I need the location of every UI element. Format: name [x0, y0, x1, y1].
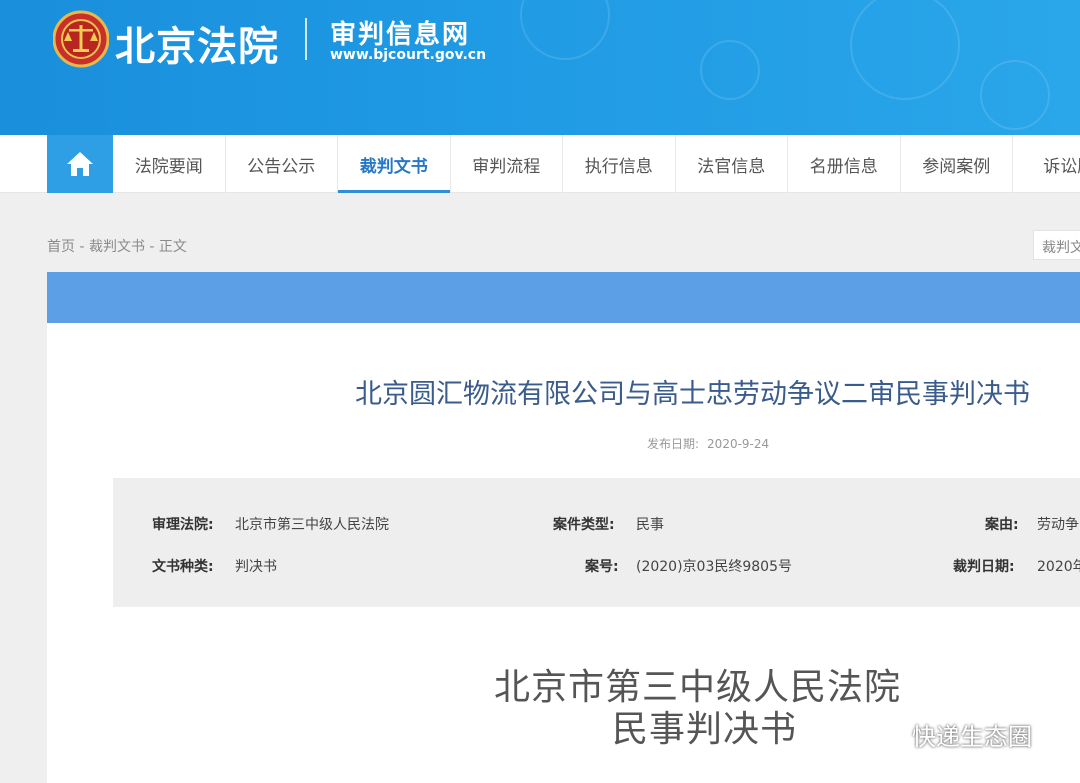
case-no-value: (2020)京03民终9805号 [636, 559, 792, 575]
nav-item-judgments[interactable]: 裁判文书 [338, 135, 451, 193]
document-kind: 民事判决书 [612, 709, 798, 750]
watermark: 快递生态圈 [862, 717, 1032, 752]
decor-circle [980, 60, 1050, 130]
publish-date-value: 2020-9-24 [707, 437, 770, 451]
info-row: 文书种类: 判决书 案号: (2020)京03民终9805号 裁判日期: 202… [113, 556, 1080, 576]
header-divider [305, 18, 307, 60]
nav-item-enforcement[interactable]: 执行信息 [563, 135, 676, 193]
decor-circle [520, 0, 610, 60]
info-row: 审理法院: 北京市第三中级人民法院 案件类型: 民事 案由: 劳动争 [113, 514, 1080, 534]
decor-circle [700, 40, 760, 100]
search-select[interactable]: 裁判文 [1033, 230, 1080, 260]
doc-type-value: 判决书 [235, 559, 277, 575]
case-info-box: 审理法院: 北京市第三中级人民法院 案件类型: 民事 案由: 劳动争 文书种类:… [113, 478, 1080, 607]
court-emblem-icon[interactable] [53, 10, 109, 68]
document-card: 北京圆汇物流有限公司与高士忠劳动争议二审民事判决书 发布日期: 2020-9-24… [47, 272, 1080, 783]
document-title: 北京圆汇物流有限公司与高士忠劳动争议二审民事判决书 [355, 379, 1030, 410]
nav-item-reference-cases[interactable]: 参阅案例 [901, 135, 1013, 193]
card-header-bar [47, 272, 1080, 323]
nav-item-litigation-service[interactable]: 诉讼服 [1013, 135, 1080, 193]
court-label: 审理法院: [152, 517, 214, 533]
nav-item-judges[interactable]: 法官信息 [676, 135, 788, 193]
court-value: 北京市第三中级人民法院 [235, 517, 389, 533]
judge-date-value: 2020年 [1037, 559, 1080, 575]
watermark-text: 快递生态圈 [912, 723, 1032, 751]
nav-item-news[interactable]: 法院要闻 [113, 135, 226, 193]
cause-label: 案由: [985, 517, 1019, 533]
judge-date-label: 裁判日期: [953, 559, 1015, 575]
nav-item-registry[interactable]: 名册信息 [788, 135, 901, 193]
cause-value: 劳动争 [1037, 517, 1079, 533]
site-url: www.bjcourt.gov.cn [330, 47, 487, 63]
breadcrumb[interactable]: 首页 - 裁判文书 - 正文 [47, 236, 187, 256]
publish-date-label: 发布日期: [647, 437, 700, 451]
main-nav: 法院要闻 公告公示 裁判文书 审判流程 执行信息 法官信息 名册信息 参阅案例 … [0, 135, 1080, 193]
nav-items: 法院要闻 公告公示 裁判文书 审判流程 执行信息 法官信息 名册信息 参阅案例 … [113, 135, 1080, 193]
home-icon [67, 152, 93, 176]
case-no-label: 案号: [585, 559, 619, 575]
wechat-icon [862, 719, 906, 749]
nav-item-announcements[interactable]: 公告公示 [226, 135, 338, 193]
site-header: 北京法院 审判信息网 www.bjcourt.gov.cn [0, 0, 1080, 135]
decor-circle [850, 0, 960, 100]
nav-item-trial-process[interactable]: 审判流程 [451, 135, 563, 193]
nav-home-button[interactable] [47, 135, 113, 193]
publish-date: 发布日期: 2020-9-24 [647, 435, 769, 452]
doc-type-label: 文书种类: [152, 559, 214, 575]
site-subtitle: 审判信息网 [330, 20, 471, 50]
case-type-label: 案件类型: [553, 517, 615, 533]
case-type-value: 民事 [636, 517, 664, 533]
site-name[interactable]: 北京法院 [115, 14, 279, 72]
